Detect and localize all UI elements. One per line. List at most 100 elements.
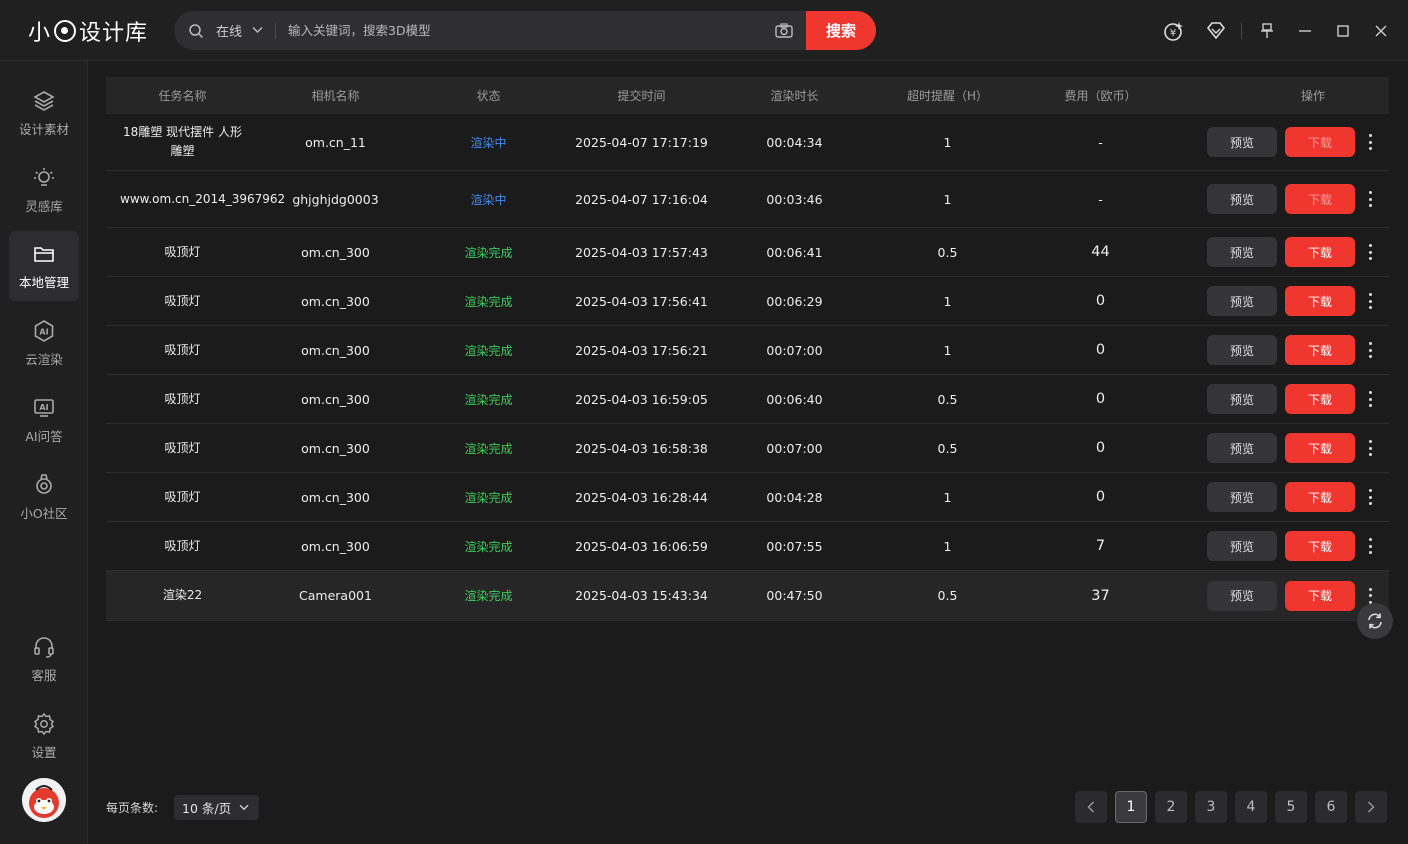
camera-name: om.cn_300 — [301, 489, 370, 505]
table-row[interactable]: www.om.cn_2014_3967962 ghjghjdg0003 渲染中 202… — [106, 171, 1389, 228]
chevron-down-icon — [239, 804, 249, 811]
download-button[interactable]: 下载 — [1285, 531, 1355, 561]
fee-value: 0 — [1095, 342, 1106, 358]
page-size-label: 每页条数: — [106, 801, 159, 815]
submit-time: 2025-04-03 16:06:59 — [575, 538, 708, 554]
table-row[interactable]: 吸顶灯 om.cn_300 渲染完成 2025-04-03 17:56:41 00:06… — [106, 277, 1389, 326]
download-button[interactable]: 下载 — [1285, 433, 1355, 463]
avatar[interactable] — [22, 778, 66, 822]
download-button[interactable]: 下载 — [1285, 237, 1355, 267]
page-button[interactable]: 2 — [1155, 791, 1187, 823]
sidebar-item-cloud-render[interactable]: AI 云渲染 — [9, 308, 79, 378]
more-options-icon[interactable] — [1365, 293, 1375, 309]
minimize-icon[interactable] — [1292, 18, 1318, 44]
search-input[interactable] — [288, 23, 774, 38]
sidebar-item-support[interactable]: 客服 — [9, 624, 79, 694]
table-row[interactable]: 渲染22 Camera001 渲染完成 2025-04-03 15:43:34 00:4… — [106, 571, 1389, 621]
more-options-icon[interactable] — [1365, 440, 1375, 456]
more-options-icon[interactable] — [1365, 391, 1375, 407]
fee-value: 7 — [1095, 538, 1106, 554]
page-button[interactable]: 1 — [1115, 791, 1147, 823]
preview-button[interactable]: 预览 — [1207, 127, 1277, 157]
sidebar-item-local-management[interactable]: 本地管理 — [9, 231, 79, 301]
sidebar-item-design-assets[interactable]: 设计素材 — [9, 78, 79, 148]
page-size-select[interactable]: 10 条/页 — [174, 795, 260, 820]
fee-value: 37 — [1091, 587, 1110, 604]
maximize-icon[interactable] — [1330, 18, 1356, 44]
download-button[interactable]: 下载 — [1285, 286, 1355, 316]
close-icon[interactable] — [1368, 18, 1394, 44]
download-button[interactable]: 下载 — [1285, 184, 1355, 214]
download-button[interactable]: 下载 — [1285, 127, 1355, 157]
coin-icon[interactable]: ¥ — [1161, 18, 1187, 44]
avatar-image — [22, 778, 66, 822]
more-options-icon[interactable] — [1365, 244, 1375, 260]
preview-button[interactable]: 预览 — [1207, 531, 1277, 561]
preview-button[interactable]: 预览 — [1207, 335, 1277, 365]
sidebar-item-settings[interactable]: 设置 — [9, 701, 79, 771]
app-logo[interactable]: 小 设计库 — [28, 14, 148, 48]
table-row[interactable]: 吸顶灯 om.cn_300 渲染完成 2025-04-03 16:28:44 00:04… — [106, 473, 1389, 522]
sidebar-item-label: 本地管理 — [18, 274, 69, 290]
preview-button[interactable]: 预览 — [1207, 286, 1277, 316]
page-button[interactable]: 3 — [1195, 791, 1227, 823]
download-button[interactable]: 下载 — [1285, 335, 1355, 365]
camera-name: om.cn_300 — [301, 244, 370, 260]
search-scope-select[interactable]: 在线 — [216, 21, 242, 40]
timeout-reminder: 0.5 — [937, 244, 958, 260]
row-actions: 预览 下载 — [1177, 237, 1389, 267]
more-options-icon[interactable] — [1365, 489, 1375, 505]
svg-text:AI: AI — [39, 327, 48, 336]
diamond-icon[interactable] — [1203, 18, 1229, 44]
page-button[interactable]: 5 — [1275, 791, 1307, 823]
preview-button[interactable]: 预览 — [1207, 384, 1277, 414]
more-options-icon[interactable] — [1365, 134, 1375, 150]
more-options-icon[interactable] — [1365, 538, 1375, 554]
preview-button[interactable]: 预览 — [1207, 184, 1277, 214]
submit-time: 2025-04-03 15:43:34 — [575, 588, 708, 603]
page-button[interactable]: 4 — [1235, 791, 1267, 823]
preview-button[interactable]: 预览 — [1207, 580, 1277, 611]
download-button[interactable]: 下载 — [1285, 482, 1355, 512]
pin-icon[interactable] — [1254, 18, 1280, 44]
download-button[interactable]: 下载 — [1285, 580, 1355, 611]
row-actions: 预览 下载 — [1177, 433, 1389, 463]
table-row[interactable]: 吸顶灯 om.cn_300 渲染完成 2025-04-03 17:56:21 00:07… — [106, 326, 1389, 375]
render-duration: 00:07:00 — [766, 440, 823, 456]
preview-button[interactable]: 预览 — [1207, 482, 1277, 512]
more-options-icon[interactable] — [1365, 587, 1375, 604]
sidebar-item-ai-qa[interactable]: AI AI问答 — [9, 385, 79, 455]
ai-chat-icon: AI — [34, 398, 54, 417]
logo-text-left: 小 — [28, 21, 52, 46]
refresh-button[interactable] — [1357, 603, 1393, 639]
status-badge: 渲染中 — [470, 192, 507, 207]
fee-value: 0 — [1095, 489, 1106, 505]
table-row[interactable]: 吸顶灯 om.cn_300 渲染完成 2025-04-03 16:59:05 00:06… — [106, 375, 1389, 424]
table-row[interactable]: 吸顶灯 om.cn_300 渲染完成 2025-04-03 17:57:43 00:06… — [106, 228, 1389, 277]
next-page-button[interactable] — [1355, 791, 1387, 823]
preview-button[interactable]: 预览 — [1207, 237, 1277, 267]
table-row[interactable]: 18雕塑 现代摆件 人形雕塑 om.cn_11 渲染中 2025-04-07 17:1… — [106, 114, 1389, 171]
camera-icon[interactable] — [774, 21, 794, 41]
sidebar-item-inspiration[interactable]: 灵感库 — [9, 155, 79, 225]
sidebar-item-community[interactable]: 小O社区 — [9, 462, 79, 532]
page-button[interactable]: 6 — [1315, 791, 1347, 823]
more-options-icon[interactable] — [1365, 342, 1375, 358]
search-button[interactable]: 搜索 — [806, 11, 876, 50]
chevron-left-icon — [1087, 801, 1094, 813]
timeout-reminder: 1 — [943, 342, 952, 358]
column-header: 相机名称 — [311, 89, 360, 103]
page-size-control: 每页条数: 10 条/页 — [106, 795, 260, 820]
chevron-down-icon[interactable] — [252, 24, 263, 37]
preview-button[interactable]: 预览 — [1207, 433, 1277, 463]
gear-icon — [33, 712, 55, 735]
table-row[interactable]: 吸顶灯 om.cn_300 渲染完成 2025-04-03 16:06:59 00:07… — [106, 522, 1389, 571]
more-options-icon[interactable] — [1365, 191, 1375, 207]
status-badge: 渲染完成 — [464, 441, 513, 456]
download-button[interactable]: 下载 — [1285, 384, 1355, 414]
timeout-reminder: 0.5 — [937, 391, 958, 407]
table-row[interactable]: 吸顶灯 om.cn_300 渲染完成 2025-04-03 16:58:38 00:07… — [106, 424, 1389, 473]
prev-page-button[interactable] — [1075, 791, 1107, 823]
column-header: 渲染时长 — [770, 89, 819, 103]
search-divider — [275, 22, 277, 39]
